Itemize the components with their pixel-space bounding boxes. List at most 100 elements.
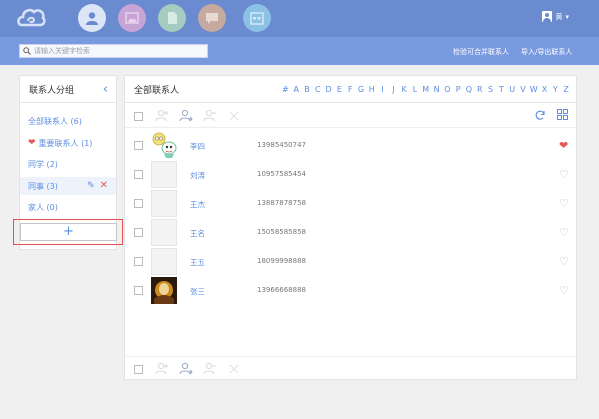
delete-contact-icon[interactable] — [227, 109, 241, 123]
alphabet-letter[interactable]: A — [291, 85, 302, 94]
nav-calendar-button[interactable] — [243, 4, 271, 32]
alphabet-letter[interactable]: N — [431, 85, 442, 94]
contact-row[interactable]: 刘涛 10957585454 ♡ — [125, 160, 576, 189]
alphabet-letter[interactable]: P — [453, 85, 464, 94]
remove-contact-icon[interactable] — [203, 362, 217, 376]
alphabet-letter[interactable]: B — [302, 85, 313, 94]
check-merge-contacts-link[interactable]: 检验可合并联系人 — [453, 47, 509, 57]
person-icon — [86, 12, 98, 25]
alphabet-letter[interactable]: O — [442, 85, 453, 94]
contact-name[interactable]: 王五 — [190, 257, 205, 268]
contact-row[interactable]: 张三 13966668888 ♡ — [125, 276, 576, 305]
contact-avatar-blank[interactable] — [151, 248, 177, 275]
nav-messages-button[interactable] — [198, 4, 226, 32]
alphabet-letter[interactable]: L — [410, 85, 421, 94]
alphabet-letter[interactable]: F — [345, 85, 356, 94]
alphabet-letter[interactable]: K — [399, 85, 410, 94]
row-checkbox[interactable] — [134, 228, 143, 237]
row-checkbox[interactable] — [134, 199, 143, 208]
alphabet-letter[interactable]: Y — [550, 85, 561, 94]
row-checkbox[interactable] — [134, 141, 143, 150]
contact-panel-title: 全部联系人 — [134, 86, 180, 96]
contact-toolbar-bottom — [125, 356, 576, 380]
alphabet-letter[interactable]: R — [474, 85, 485, 94]
remove-contact-icon[interactable] — [203, 109, 217, 123]
alphabet-letter[interactable]: G — [356, 85, 367, 94]
user-menu[interactable]: 黄 ▾ — [542, 11, 569, 22]
row-checkbox[interactable] — [134, 257, 143, 266]
refresh-icon[interactable] — [534, 109, 546, 121]
favorite-heart-empty-icon[interactable]: ♡ — [559, 197, 569, 210]
alphabet-letter[interactable]: Z — [561, 85, 572, 94]
row-checkbox[interactable] — [134, 286, 143, 295]
nav-contacts-button[interactable] — [78, 4, 106, 32]
import-export-contacts-link[interactable]: 导入/导出联系人 — [521, 47, 572, 57]
group-item-family[interactable]: 家人 (0) — [20, 198, 116, 216]
nav-notes-button[interactable] — [158, 4, 186, 32]
add-contact-icon[interactable] — [155, 362, 169, 376]
move-contact-icon[interactable] — [179, 362, 193, 376]
alphabet-letter[interactable]: D — [323, 85, 334, 94]
row-checkbox[interactable] — [134, 170, 143, 179]
add-contact-icon[interactable] — [155, 109, 169, 123]
move-contact-icon[interactable] — [179, 109, 193, 123]
group-item-label: 全部联系人 (6) — [28, 116, 82, 126]
contact-avatar-photo[interactable] — [151, 277, 177, 304]
favorite-heart-empty-icon[interactable]: ♡ — [559, 226, 569, 239]
alphabet-letter[interactable]: I — [377, 85, 388, 94]
alphabet-letter[interactable]: Q — [464, 85, 475, 94]
alphabet-letter[interactable]: M — [420, 85, 431, 94]
photo-avatar-icon — [151, 277, 177, 304]
contact-name[interactable]: 李四 — [190, 141, 205, 152]
favorite-heart-empty-icon[interactable]: ♡ — [559, 168, 569, 181]
search-box[interactable] — [19, 44, 208, 58]
favorite-heart-filled-icon[interactable]: ❤ — [559, 139, 568, 152]
alphabet-letter[interactable]: U — [507, 85, 518, 94]
alphabet-letter[interactable]: # — [280, 85, 291, 94]
nav-photos-button[interactable] — [118, 4, 146, 32]
alphabet-letter[interactable]: E — [334, 85, 345, 94]
contact-row[interactable]: 王五 18099998888 ♡ — [125, 247, 576, 276]
contact-row[interactable]: 李四 13985450747 ❤ — [125, 131, 576, 160]
add-group-button[interactable]: + — [20, 223, 117, 241]
alphabet-letter[interactable]: X — [539, 85, 550, 94]
edit-pencil-icon[interactable]: ✎ — [87, 181, 95, 191]
group-item-important[interactable]: ❤ 重要联系人 (1) — [20, 134, 116, 152]
contact-row[interactable]: 王名 15058585858 ♡ — [125, 218, 576, 247]
contact-row[interactable]: 王杰 13887878758 ♡ — [125, 189, 576, 218]
alphabet-letter[interactable]: T — [496, 85, 507, 94]
group-item-actions: ✎ ✕ — [87, 181, 108, 192]
alphabet-letter[interactable]: J — [388, 85, 399, 94]
alphabet-letter[interactable]: C — [312, 85, 323, 94]
alphabet-letter[interactable]: W — [528, 85, 539, 94]
contact-avatar-cartoon[interactable] — [151, 132, 177, 159]
top-bar: 黄 ▾ — [0, 0, 599, 37]
group-item-label: 重要联系人 (1) — [38, 138, 93, 148]
search-input[interactable] — [34, 47, 204, 55]
delete-contact-icon[interactable] — [227, 362, 241, 376]
contact-name[interactable]: 张三 — [190, 286, 205, 297]
contact-phone: 13887878758 — [257, 199, 306, 207]
group-panel-header: 联系人分组 ‹ — [20, 76, 116, 103]
delete-icon[interactable]: ✕ — [100, 181, 108, 191]
alphabet-letter[interactable]: S — [485, 85, 496, 94]
contact-name[interactable]: 刘涛 — [190, 170, 205, 181]
contact-avatar-blank[interactable] — [151, 219, 177, 246]
contact-avatar-blank[interactable] — [151, 161, 177, 188]
favorite-heart-empty-icon[interactable]: ♡ — [559, 255, 569, 268]
contact-name[interactable]: 王名 — [190, 228, 205, 239]
favorite-heart-empty-icon[interactable]: ♡ — [559, 284, 569, 297]
alphabet-letter[interactable]: H — [366, 85, 377, 94]
group-item-colleagues[interactable]: 同事 (3) ✎ ✕ — [20, 177, 116, 195]
group-item-classmates[interactable]: 同学 (2) — [20, 155, 116, 173]
contact-avatar-blank[interactable] — [151, 190, 177, 217]
select-all-checkbox-bottom[interactable] — [134, 365, 143, 374]
grid-view-icon[interactable] — [557, 109, 568, 120]
contact-phone: 15058585858 — [257, 228, 306, 236]
group-item-all[interactable]: 全部联系人 (6) — [20, 112, 116, 130]
contact-name[interactable]: 王杰 — [190, 199, 205, 210]
collapse-left-icon[interactable]: ‹ — [103, 83, 108, 96]
select-all-checkbox[interactable] — [134, 112, 143, 121]
alphabet-letter[interactable]: V — [518, 85, 529, 94]
contact-phone: 18099998888 — [257, 257, 306, 265]
